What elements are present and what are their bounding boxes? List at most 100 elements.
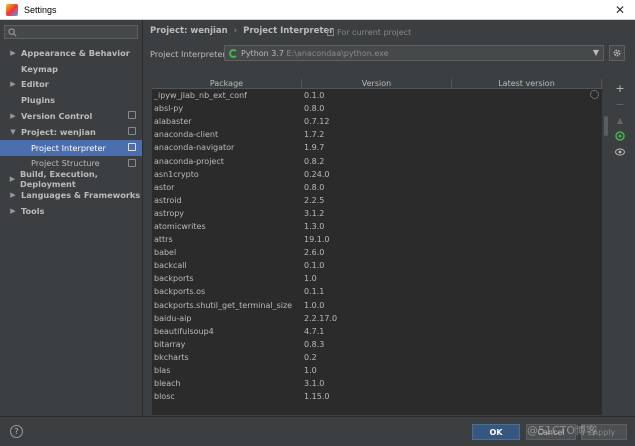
table-row[interactable]: bkcharts 0.2 <box>152 351 602 364</box>
package-name: blas <box>154 366 171 376</box>
chevron-right-icon: ▶ <box>10 191 16 200</box>
sidebar-item-label: Appearance & Behavior <box>21 47 130 58</box>
package-version: 2.6.0 <box>304 248 325 258</box>
interpreter-select[interactable]: Python 3.7 E:\anacondaa\python.exe ▼ <box>224 45 604 61</box>
sidebar-item-editor[interactable]: ▶ Editor <box>0 77 142 93</box>
sidebar-item-project[interactable]: ▼ Project: wenjian <box>0 124 142 140</box>
table-row[interactable]: absl-py 0.8.0 <box>152 102 602 115</box>
package-version: 0.1.0 <box>304 261 325 271</box>
sidebar-item-label: Project: wenjian <box>21 126 96 137</box>
sidebar-item-label: Version Control <box>21 111 93 122</box>
table-row[interactable]: asn1crypto 0.24.0 <box>152 168 602 181</box>
table-body: _ipyw_jlab_nb_ext_conf 0.1.0 absl-py 0.8.0 a… <box>152 89 602 403</box>
package-version: 0.24.0 <box>304 169 330 179</box>
sidebar-item-label: Editor <box>21 79 49 90</box>
table-row[interactable]: backports 1.0 <box>152 272 602 285</box>
table-row[interactable]: attrs 19.1.0 <box>152 233 602 246</box>
project-scope-icon <box>128 111 136 120</box>
table-row[interactable]: bleach 3.1.0 <box>152 377 602 390</box>
package-version: 0.8.2 <box>304 156 325 166</box>
column-header-package[interactable]: Package <box>152 79 302 88</box>
table-row[interactable]: anaconda-client 1.7.2 <box>152 128 602 141</box>
sidebar-item-label: Plugins <box>21 95 56 106</box>
table-row[interactable]: backports.shutil_get_terminal_size 1.0.0 <box>152 299 602 312</box>
package-name: asn1crypto <box>154 169 199 179</box>
package-name: bkcharts <box>154 352 189 362</box>
package-name: babel <box>154 248 177 258</box>
close-icon[interactable]: ✕ <box>615 3 625 17</box>
table-scrollbar[interactable] <box>602 79 609 415</box>
table-row[interactable]: backports.os 0.1.1 <box>152 285 602 298</box>
chevron-right-icon: ▶ <box>10 112 16 121</box>
ok-button[interactable]: OK <box>472 424 520 440</box>
package-version: 0.7.12 <box>304 117 330 127</box>
package-name: backports.shutil_get_terminal_size <box>154 300 293 310</box>
package-version: 0.1.0 <box>304 91 325 101</box>
column-header-version[interactable]: Version <box>302 79 452 88</box>
sidebar-item-version-control[interactable]: ▶ Version Control <box>0 108 142 124</box>
package-version: 1.9.7 <box>304 143 325 153</box>
table-row[interactable]: atomicwrites 1.3.0 <box>152 220 602 233</box>
dialog-footer: ? OK Cancel Apply @51CTO博客 <box>0 416 635 446</box>
package-version: 0.8.0 <box>304 104 325 114</box>
sidebar-item-build[interactable]: ▶ Build, Execution, Deployment <box>0 169 142 189</box>
sidebar-item-languages[interactable]: ▶ Languages & Frameworks <box>0 187 142 203</box>
sidebar-item-plugins[interactable]: Plugins <box>0 92 142 108</box>
sidebar-item-tools[interactable]: ▶ Tools <box>0 203 142 219</box>
sidebar-item-keymap[interactable]: Keymap <box>0 61 142 77</box>
table-row[interactable]: astropy 3.1.2 <box>152 207 602 220</box>
chevron-right-icon: ▶ <box>9 175 16 184</box>
project-scope-icon <box>128 142 136 151</box>
package-version: 1.0 <box>304 366 317 376</box>
interpreter-path: E:\anacondaa\python.exe <box>286 48 389 58</box>
package-version: 1.0 <box>304 274 317 284</box>
package-name: baidu-aip <box>154 313 192 323</box>
table-row[interactable]: anaconda-navigator 1.9.7 <box>152 141 602 154</box>
breadcrumb-page: Project Interpreter <box>243 26 334 36</box>
packages-table: Package Version Latest version _ipyw_jla… <box>152 79 602 415</box>
package-name: backcall <box>154 261 187 271</box>
sidebar-item-project-interpreter[interactable]: Project Interpreter <box>0 139 142 156</box>
chevron-right-icon: ▶ <box>10 206 16 215</box>
table-row[interactable]: babel 2.6.0 <box>152 246 602 259</box>
project-scope-icon <box>128 158 136 167</box>
table-row[interactable]: backcall 0.1.0 <box>152 259 602 272</box>
scope-note: For current project <box>327 28 411 37</box>
package-version: 0.8.0 <box>304 182 325 192</box>
package-name: anaconda-project <box>154 156 224 166</box>
help-button[interactable]: ? <box>10 425 23 438</box>
package-name: atomicwrites <box>154 221 206 231</box>
table-row[interactable]: anaconda-project 0.8.2 <box>152 154 602 167</box>
chevron-right-icon: ▶ <box>10 80 16 89</box>
title-bar: Settings ✕ <box>0 0 635 20</box>
table-row[interactable]: bitarray 0.8.3 <box>152 338 602 351</box>
add-package-button[interactable]: + <box>613 81 627 95</box>
package-version: 1.3.0 <box>304 221 325 231</box>
table-header: Package Version Latest version <box>152 79 602 89</box>
package-version: 0.1.1 <box>304 287 325 297</box>
package-version: 1.7.2 <box>304 130 325 140</box>
table-row[interactable]: blosc 1.15.0 <box>152 390 602 403</box>
package-name: bleach <box>154 379 181 389</box>
sidebar-item-label: Languages & Frameworks <box>21 190 141 201</box>
table-row[interactable]: astor 0.8.0 <box>152 181 602 194</box>
column-header-latest[interactable]: Latest version <box>452 79 602 88</box>
search-field[interactable] <box>4 25 138 39</box>
interpreter-settings-button[interactable] <box>609 45 625 61</box>
table-row[interactable]: _ipyw_jlab_nb_ext_conf 0.1.0 <box>152 89 602 102</box>
scrollbar-thumb[interactable] <box>604 116 608 136</box>
show-conda-button[interactable] <box>613 129 627 143</box>
remove-package-button[interactable]: − <box>613 97 627 111</box>
package-name: alabaster <box>154 117 192 127</box>
table-row[interactable]: beautifulsoup4 4.7.1 <box>152 325 602 338</box>
table-row[interactable]: blas 1.0 <box>152 364 602 377</box>
table-row[interactable]: alabaster 0.7.12 <box>152 115 602 128</box>
settings-content: Project: wenjian › Project Interpreter F… <box>144 20 635 416</box>
table-row[interactable]: astroid 2.2.5 <box>152 194 602 207</box>
sidebar-item-label: Keymap <box>21 63 59 74</box>
upgrade-package-button[interactable]: ▲ <box>613 113 627 127</box>
show-early-releases-button[interactable] <box>613 145 627 159</box>
table-row[interactable]: baidu-aip 2.2.17.0 <box>152 312 602 325</box>
breadcrumb-project: Project: wenjian <box>150 26 228 36</box>
sidebar-item-appearance[interactable]: ▶ Appearance & Behavior <box>0 45 142 61</box>
